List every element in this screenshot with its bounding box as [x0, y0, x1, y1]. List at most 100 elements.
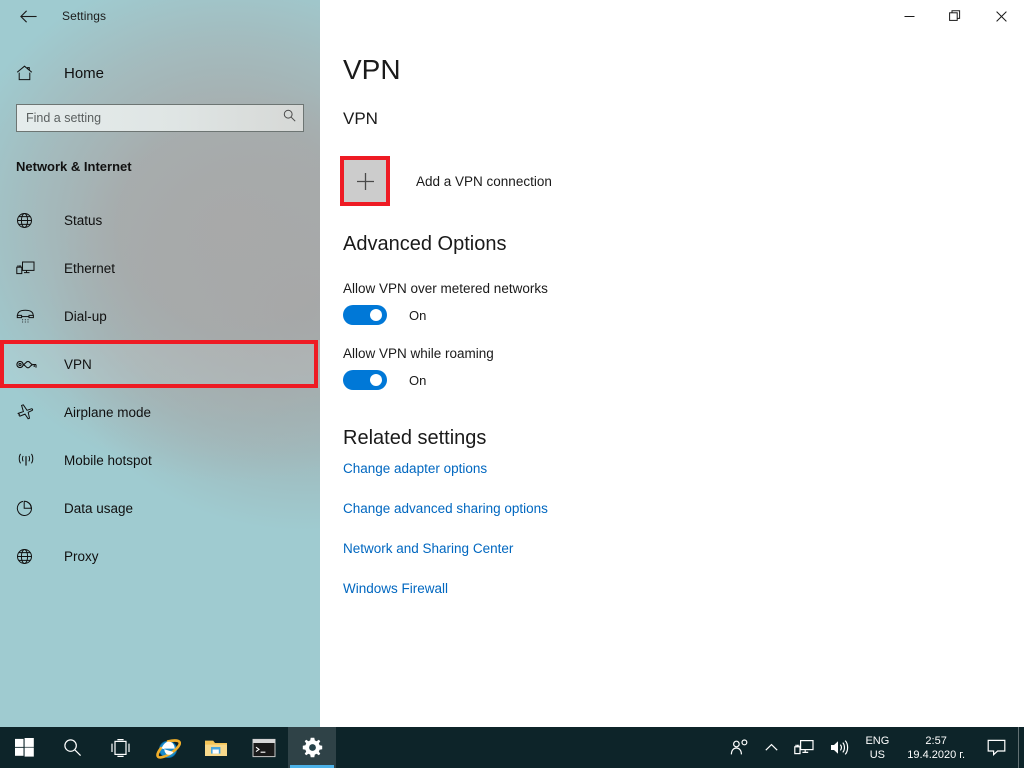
speaker-icon	[831, 740, 849, 755]
show-hidden-icons-button[interactable]	[757, 727, 786, 768]
language-region: US	[869, 748, 885, 761]
home-icon	[16, 65, 38, 81]
ethernet-icon	[16, 260, 38, 276]
search-icon	[283, 109, 296, 127]
sidebar-item-vpn[interactable]: VPN	[0, 340, 320, 388]
clock-date: 19.4.2020 г.	[907, 748, 965, 761]
add-vpn-connection-label: Add a VPN connection	[416, 173, 552, 189]
sidebar-item-mobile-hotspot-label: Mobile hotspot	[64, 452, 152, 468]
related-settings-links: Change adapter options Change advanced s…	[343, 461, 548, 621]
toggle-group-roaming: Allow VPN while roaming On	[343, 346, 494, 390]
people-button[interactable]	[722, 727, 757, 768]
start-button[interactable]	[0, 727, 48, 768]
search-button[interactable]	[48, 727, 96, 768]
page-title: VPN	[343, 54, 401, 85]
gear-icon	[302, 737, 322, 758]
vpn-section-heading: VPN	[343, 109, 378, 128]
sidebar-item-status[interactable]: Status	[0, 196, 320, 244]
dialup-phone-icon	[16, 309, 38, 324]
clock[interactable]: 2:57 19.4.2020 г.	[897, 727, 975, 768]
sidebar-item-home-label: Home	[64, 64, 105, 82]
show-desktop-button[interactable]	[1018, 727, 1024, 768]
language-code: ENG	[865, 734, 890, 747]
sidebar-item-airplane-mode-label: Airplane mode	[64, 404, 152, 420]
sidebar-item-airplane-mode[interactable]: Airplane mode	[0, 388, 320, 436]
toggle-group-metered: Allow VPN over metered networks On	[343, 281, 548, 325]
search-input[interactable]	[17, 105, 303, 131]
add-vpn-connection-button[interactable]	[340, 156, 390, 206]
toggle-label-roaming: Allow VPN while roaming	[343, 346, 494, 361]
search-icon	[63, 739, 81, 757]
globe-icon	[16, 548, 38, 565]
network-button[interactable]	[786, 727, 822, 768]
titlebar: Settings	[0, 0, 320, 32]
sidebar-item-ethernet-label: Ethernet	[64, 260, 116, 276]
toggle-vpn-roaming[interactable]	[343, 370, 387, 390]
related-settings-heading: Related settings	[343, 427, 487, 449]
settings-sidebar: Settings Home Find a setting Network & I…	[0, 0, 320, 727]
sidebar-item-dial-up-label: Dial-up	[64, 308, 107, 324]
window-controls	[886, 0, 1024, 32]
toggle-knob	[370, 374, 382, 386]
system-tray: ENG US 2:57 19.4.2020 г.	[722, 727, 1024, 768]
status-globe-icon	[16, 212, 38, 229]
maximize-button[interactable]	[932, 0, 978, 32]
plus-icon	[356, 172, 374, 190]
folder-icon	[205, 740, 227, 756]
sidebar-item-data-usage-label: Data usage	[64, 500, 134, 516]
sidebar-item-data-usage[interactable]: Data usage	[0, 484, 320, 532]
close-icon	[995, 10, 1007, 22]
action-center-button[interactable]	[975, 727, 1018, 768]
link-network-and-sharing-center[interactable]: Network and Sharing Center	[343, 541, 513, 556]
settings-content: VPN VPN Add a VPN connection Advanced Op…	[320, 0, 1024, 727]
pie-chart-icon	[16, 500, 38, 517]
task-view-button[interactable]	[96, 727, 144, 768]
advanced-options-heading: Advanced Options	[343, 233, 507, 255]
sidebar-item-proxy[interactable]: Proxy	[0, 532, 320, 580]
command-prompt-icon	[252, 738, 276, 757]
volume-button[interactable]	[822, 727, 857, 768]
close-button[interactable]	[978, 0, 1024, 32]
taskbar-buttons	[0, 727, 336, 768]
toggle-state-roaming: On	[409, 372, 427, 388]
taskbar: ENG US 2:57 19.4.2020 г.	[0, 727, 1024, 768]
vpn-selection-highlight	[0, 340, 318, 388]
people-icon	[731, 739, 748, 755]
link-change-advanced-sharing-options[interactable]: Change advanced sharing options	[343, 501, 548, 516]
link-windows-firewall[interactable]: Windows Firewall	[343, 581, 448, 596]
file-explorer-button[interactable]	[192, 727, 240, 768]
toggle-knob	[370, 309, 382, 321]
hotspot-icon	[16, 452, 38, 468]
sidebar-item-dial-up[interactable]: Dial-up	[0, 292, 320, 340]
toggle-label-metered: Allow VPN over metered networks	[343, 281, 548, 296]
link-change-adapter-options[interactable]: Change adapter options	[343, 461, 487, 476]
sidebar-item-ethernet[interactable]: Ethernet	[0, 244, 320, 292]
toggle-state-metered: On	[409, 307, 427, 323]
sidebar-item-proxy-label: Proxy	[64, 548, 99, 564]
add-vpn-row: Add a VPN connection	[340, 156, 552, 206]
internet-explorer-button[interactable]	[144, 727, 192, 768]
task-view-icon	[110, 738, 130, 757]
restore-icon	[949, 10, 961, 21]
settings-button[interactable]	[288, 727, 336, 768]
minimize-button[interactable]	[886, 0, 932, 32]
network-monitor-icon	[794, 740, 815, 755]
language-indicator[interactable]: ENG US	[857, 727, 897, 768]
settings-window: Settings Home Find a setting Network & I…	[0, 0, 1024, 768]
search-box[interactable]	[16, 104, 304, 132]
sidebar-item-mobile-hotspot[interactable]: Mobile hotspot	[0, 436, 320, 484]
internet-explorer-icon	[156, 738, 181, 759]
notification-icon	[987, 739, 1006, 756]
command-prompt-button[interactable]	[240, 727, 288, 768]
windows-logo-icon	[14, 738, 34, 757]
sidebar-item-status-label: Status	[64, 212, 103, 228]
sidebar-nav-list: Status Ethernet Dial-up VPN Airplane mod…	[0, 196, 320, 580]
toggle-metered-networks[interactable]	[343, 305, 387, 325]
back-arrow-icon	[19, 9, 37, 23]
sidebar-item-vpn-label: VPN	[64, 356, 92, 372]
chevron-up-icon	[765, 743, 779, 751]
airplane-icon	[16, 403, 38, 421]
minimize-icon	[904, 15, 914, 17]
back-button[interactable]	[12, 1, 44, 31]
sidebar-item-home[interactable]: Home	[0, 58, 320, 88]
